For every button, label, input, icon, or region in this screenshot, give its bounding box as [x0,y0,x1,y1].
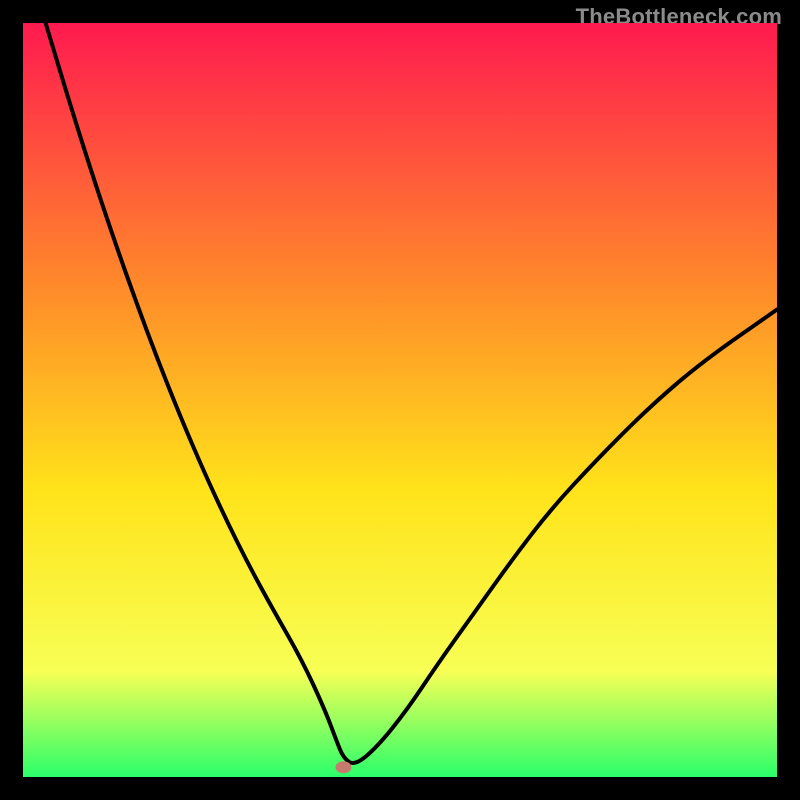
chart-frame: TheBottleneck.com [0,0,800,800]
bottleneck-chart [23,23,777,777]
chart-background [23,23,777,777]
optimal-point-marker [335,761,351,773]
